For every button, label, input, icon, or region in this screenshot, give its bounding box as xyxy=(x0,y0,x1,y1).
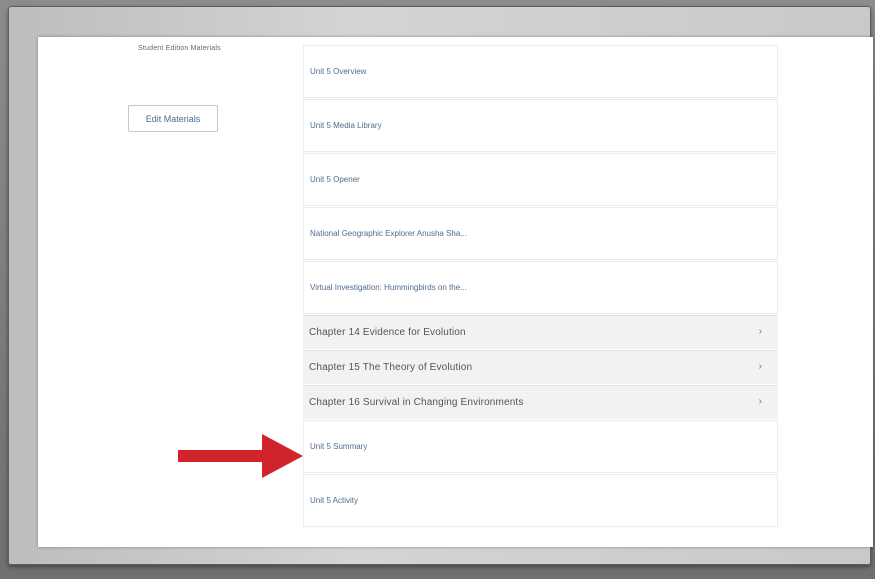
monitor-frame: Student Edition Materials Edit Materials… xyxy=(0,0,875,579)
chapter-16-row[interactable]: Chapter 16 Survival in Changing Environm… xyxy=(303,385,778,419)
chapter-15-row[interactable]: Chapter 15 The Theory of Evolution › xyxy=(303,350,778,384)
red-arrow-icon xyxy=(178,434,303,478)
chapter-14-row[interactable]: Chapter 14 Evidence for Evolution › xyxy=(303,315,778,349)
list-item-label: Virtual Investigation: Hummingbirds on t… xyxy=(310,283,467,292)
list-item-label: National Geographic Explorer Anusha Sha.… xyxy=(310,229,467,238)
list-item-label: Unit 5 Overview xyxy=(310,67,367,76)
chapter-label: Chapter 16 Survival in Changing Environm… xyxy=(309,397,524,408)
chevron-right-icon: › xyxy=(758,326,762,337)
list-item-national-geographic-explorer[interactable]: National Geographic Explorer Anusha Sha.… xyxy=(303,207,778,260)
screen: Student Edition Materials Edit Materials… xyxy=(38,37,873,547)
list-item-unit-5-overview[interactable]: Unit 5 Overview xyxy=(303,45,778,98)
chevron-right-icon: › xyxy=(758,396,762,407)
list-item-unit-5-activity[interactable]: Unit 5 Activity xyxy=(303,474,778,527)
list-item-virtual-investigation[interactable]: Virtual Investigation: Hummingbirds on t… xyxy=(303,261,778,314)
list-item-unit-5-opener[interactable]: Unit 5 Opener xyxy=(303,153,778,206)
list-item-unit-5-summary[interactable]: Unit 5 Summary xyxy=(303,420,778,473)
section-label: Student Edition Materials xyxy=(138,45,221,52)
arrow-shape xyxy=(178,434,303,478)
list-item-label: Unit 5 Media Library xyxy=(310,121,382,130)
list-item-label: Unit 5 Activity xyxy=(310,496,359,505)
list-item-label: Unit 5 Summary xyxy=(310,442,368,451)
chevron-right-icon: › xyxy=(758,361,762,372)
materials-list: Unit 5 Overview Unit 5 Media Library Uni… xyxy=(303,45,778,528)
edit-materials-button[interactable]: Edit Materials xyxy=(128,105,218,132)
list-item-unit-5-media-library[interactable]: Unit 5 Media Library xyxy=(303,99,778,152)
list-item-label: Unit 5 Opener xyxy=(310,175,360,184)
chapter-label: Chapter 14 Evidence for Evolution xyxy=(309,327,466,338)
monitor-bezel: Student Edition Materials Edit Materials… xyxy=(8,6,873,565)
chapter-label: Chapter 15 The Theory of Evolution xyxy=(309,362,473,373)
